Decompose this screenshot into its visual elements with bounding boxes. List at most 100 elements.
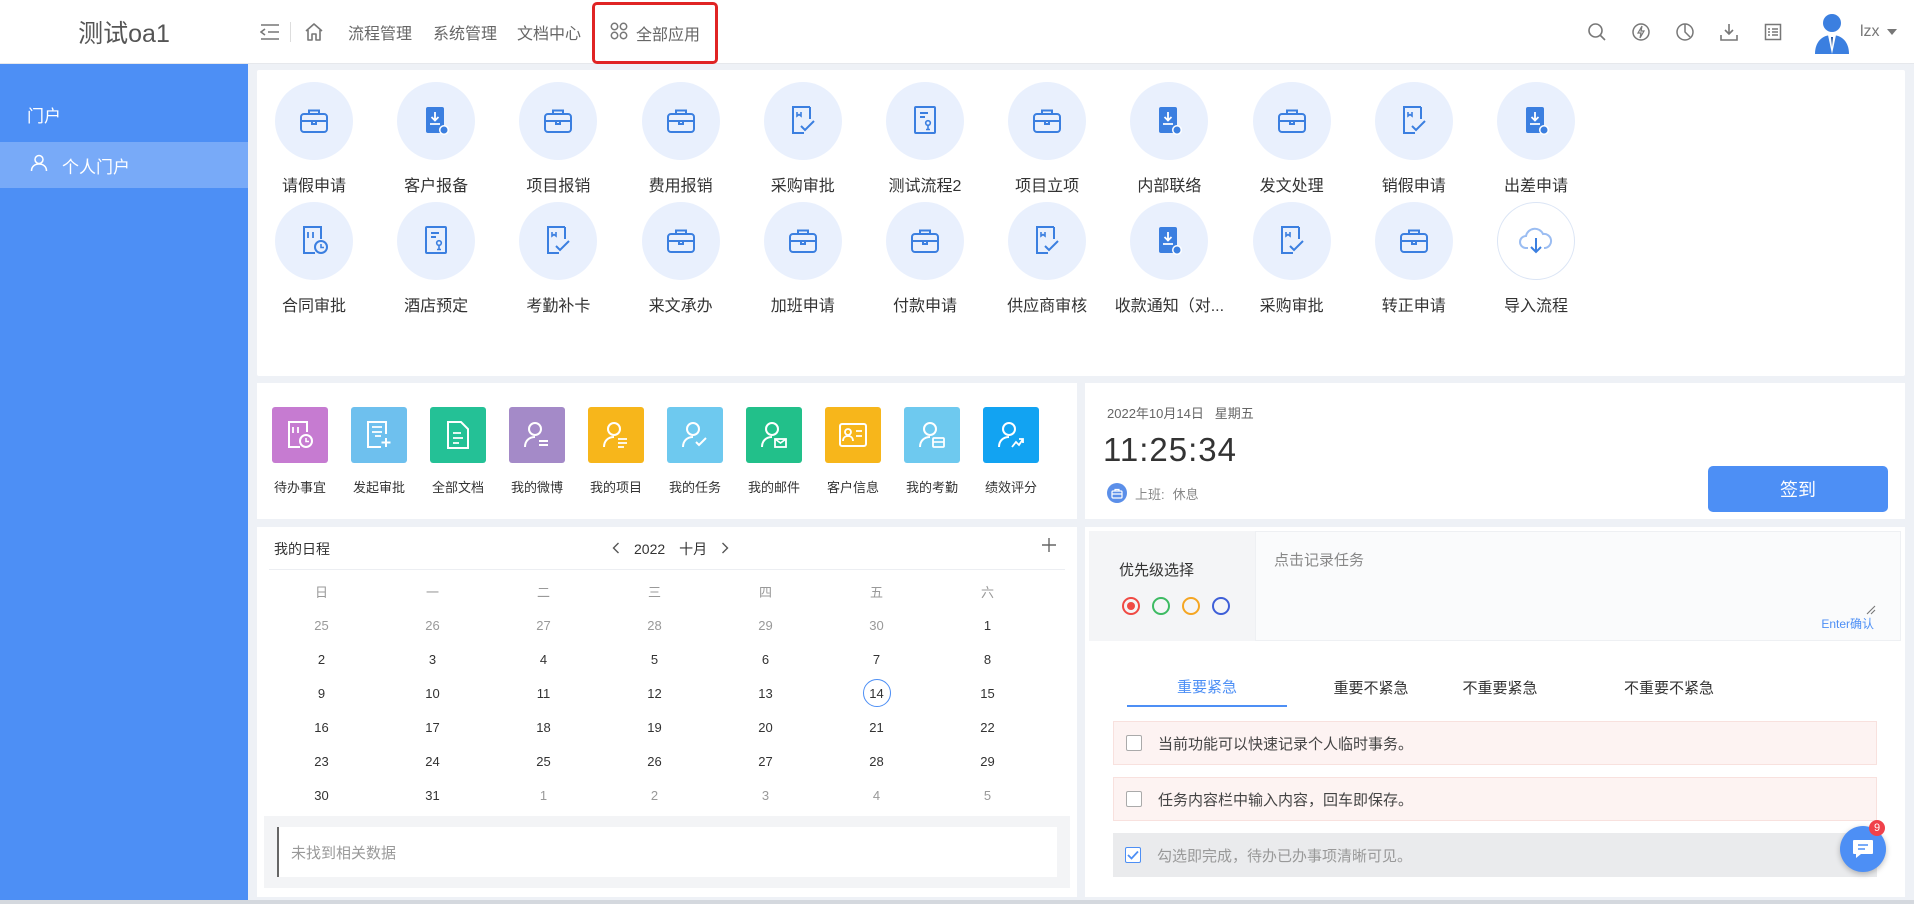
menu-fold-icon[interactable]	[258, 20, 282, 44]
calendar-day[interactable]: 17	[377, 710, 488, 744]
calendar-day[interactable]: 24	[377, 744, 488, 778]
calendar-day[interactable]: 18	[488, 710, 599, 744]
lightning-icon[interactable]	[1630, 21, 1652, 43]
calendar-day[interactable]: 3	[377, 642, 488, 676]
calendar-day[interactable]: 1	[488, 778, 599, 812]
calendar-day[interactable]: 27	[710, 744, 821, 778]
calendar-month[interactable]: 十月	[679, 539, 707, 559]
calendar-day[interactable]: 5	[932, 778, 1043, 812]
app-row2-9[interactable]: 转正申请	[1344, 202, 1484, 322]
tile-my-mail[interactable]: 我的邮件	[742, 407, 806, 496]
calendar-day[interactable]: 21	[821, 710, 932, 744]
avatar[interactable]	[1812, 12, 1852, 54]
app-row2-2[interactable]: 考勤补卡	[488, 202, 628, 322]
calendar-day[interactable]: 16	[266, 710, 377, 744]
tile-my-weibo[interactable]: 我的微博	[505, 407, 569, 496]
task-input[interactable]: 点击记录任务 Enter确认	[1255, 531, 1901, 641]
tile-my-attendance[interactable]: 我的考勤	[900, 407, 964, 496]
app-row2-4[interactable]: 加班申请	[733, 202, 873, 322]
download-icon[interactable]	[1718, 21, 1740, 43]
calendar-day[interactable]: 23	[266, 744, 377, 778]
app-row1-9[interactable]: 销假申请	[1344, 82, 1484, 202]
task-checkbox[interactable]	[1126, 735, 1142, 751]
app-row1-2[interactable]: 项目报销	[488, 82, 628, 202]
app-row2-7[interactable]: 收款通知（对...	[1099, 202, 1239, 322]
app-row2-10[interactable]: 导入流程	[1466, 202, 1606, 322]
calendar-day[interactable]: 1	[932, 608, 1043, 642]
task-item[interactable]: 任务内容栏中输入内容，回车即保存。	[1113, 777, 1877, 821]
calendar-day[interactable]: 11	[488, 676, 599, 710]
priority-option-3[interactable]	[1212, 597, 1230, 615]
calendar-day[interactable]: 4	[821, 778, 932, 812]
calendar-day[interactable]: 8	[932, 642, 1043, 676]
calendar-day[interactable]: 25	[488, 744, 599, 778]
priority-option-2[interactable]	[1182, 597, 1200, 615]
calendar-day[interactable]: 7	[821, 642, 932, 676]
calendar-day[interactable]: 4	[488, 642, 599, 676]
calendar-day[interactable]: 19	[599, 710, 710, 744]
calendar-day[interactable]: 14	[821, 676, 932, 710]
tile-all-docs[interactable]: 全部文档	[426, 407, 490, 496]
tile-customer-info[interactable]: 客户信息	[821, 407, 885, 496]
app-row2-0[interactable]: 合同审批	[244, 202, 384, 322]
task-checkbox[interactable]	[1126, 791, 1142, 807]
app-row1-4[interactable]: 采购审批	[733, 82, 873, 202]
app-row1-6[interactable]: 项目立项	[977, 82, 1117, 202]
calendar-day[interactable]: 27	[488, 608, 599, 642]
app-row1-10[interactable]: 出差申请	[1466, 82, 1606, 202]
app-row1-7[interactable]: 内部联络	[1099, 82, 1239, 202]
app-row2-6[interactable]: 供应商审核	[977, 202, 1117, 322]
dashboard-icon[interactable]	[1674, 21, 1696, 43]
calendar-day[interactable]: 13	[710, 676, 821, 710]
calendar-year[interactable]: 2022	[634, 541, 665, 557]
tab-0[interactable]: 重要紧急	[1127, 667, 1287, 707]
add-schedule-icon[interactable]	[1041, 533, 1057, 559]
checklist-icon[interactable]	[1762, 21, 1784, 43]
app-row1-0[interactable]: 请假申请	[244, 82, 384, 202]
home-icon[interactable]	[302, 20, 326, 44]
tab-2[interactable]: 不重要紧急	[1420, 667, 1580, 707]
app-row1-3[interactable]: 费用报销	[611, 82, 751, 202]
calendar-day[interactable]: 28	[821, 744, 932, 778]
calendar-day[interactable]: 28	[599, 608, 710, 642]
nav-document-center[interactable]: 文档中心	[517, 0, 581, 64]
calendar-day[interactable]: 2	[599, 778, 710, 812]
tile-todo[interactable]: 待办事宜	[268, 407, 332, 496]
calendar-day[interactable]: 22	[932, 710, 1043, 744]
calendar-day[interactable]: 31	[377, 778, 488, 812]
calendar-day[interactable]: 29	[710, 608, 821, 642]
app-row1-8[interactable]: 发文处理	[1222, 82, 1362, 202]
task-item[interactable]: 当前功能可以快速记录个人临时事务。	[1113, 721, 1877, 765]
tab-3[interactable]: 不重要不紧急	[1589, 667, 1749, 707]
resize-handle-icon[interactable]	[1866, 602, 1876, 615]
app-row2-8[interactable]: 采购审批	[1222, 202, 1362, 322]
search-icon[interactable]	[1586, 21, 1608, 43]
calendar-day[interactable]: 5	[599, 642, 710, 676]
nav-system-management[interactable]: 系统管理	[433, 0, 497, 64]
calendar-day[interactable]: 20	[710, 710, 821, 744]
calendar-day[interactable]: 30	[266, 778, 377, 812]
sidebar-item-personal-portal[interactable]: 个人门户	[0, 142, 248, 188]
app-row2-5[interactable]: 付款申请	[855, 202, 995, 322]
all-apps-button[interactable]: 全部应用	[592, 2, 718, 64]
sign-in-button[interactable]: 签到	[1708, 466, 1888, 512]
calendar-day[interactable]: 2	[266, 642, 377, 676]
chevron-right-icon[interactable]	[721, 541, 729, 557]
user-menu[interactable]: lzx	[1860, 0, 1897, 64]
app-row1-1[interactable]: 客户报备	[366, 82, 506, 202]
calendar-day[interactable]: 6	[710, 642, 821, 676]
calendar-day[interactable]: 9	[266, 676, 377, 710]
task-checkbox[interactable]	[1125, 847, 1141, 863]
calendar-day[interactable]: 30	[821, 608, 932, 642]
chevron-left-icon[interactable]	[612, 541, 620, 557]
task-item[interactable]: 勾选即完成，待办已办事项清晰可见。	[1113, 833, 1877, 877]
tile-performance[interactable]: 绩效评分	[979, 407, 1043, 496]
calendar-day[interactable]: 29	[932, 744, 1043, 778]
priority-option-1[interactable]	[1152, 597, 1170, 615]
calendar-day[interactable]: 12	[599, 676, 710, 710]
calendar-day[interactable]: 15	[932, 676, 1043, 710]
tile-my-tasks[interactable]: 我的任务	[663, 407, 727, 496]
app-row2-1[interactable]: 酒店预定	[366, 202, 506, 322]
tile-start-approval[interactable]: 发起审批	[347, 407, 411, 496]
app-row1-5[interactable]: 测试流程2	[855, 82, 995, 202]
